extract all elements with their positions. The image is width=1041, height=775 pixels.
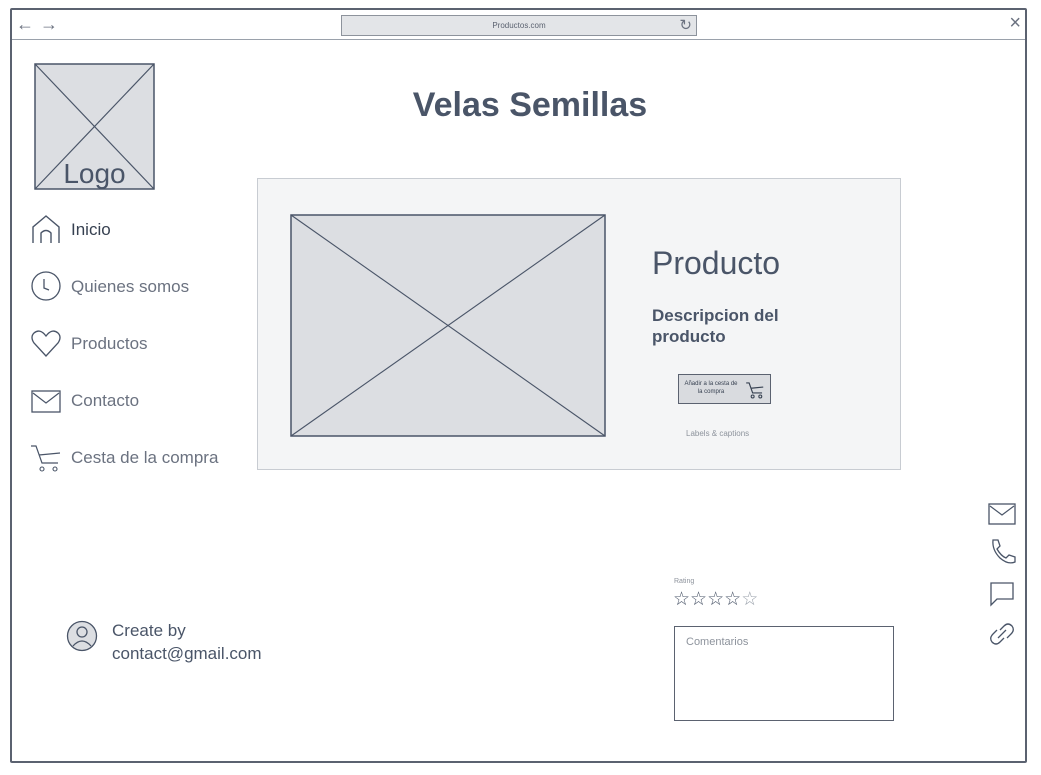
rating-label: Rating: [674, 578, 695, 585]
close-icon[interactable]: ×: [1009, 12, 1021, 35]
link-icon[interactable]: [988, 620, 1016, 653]
url-bar[interactable]: Productos.com ↻: [341, 15, 697, 36]
sidebar-item-label: Cesta de la compra: [71, 448, 219, 467]
url-text: Productos.com: [492, 21, 546, 30]
product-description: Descripcion del producto: [652, 306, 779, 346]
arrow-right-icon[interactable]: →: [40, 14, 58, 35]
cart-icon: [31, 445, 61, 472]
logo[interactable]: Logo: [34, 63, 155, 190]
add-to-cart-button[interactable]: Añadir a la cesta de la compra: [678, 374, 771, 404]
sidebar-item-productos[interactable]: Productos: [30, 325, 250, 361]
cart-icon: [746, 382, 764, 399]
comments-placeholder: Comentarios: [686, 636, 749, 648]
sidebar-item-cesta[interactable]: Cesta de la compra: [30, 439, 250, 475]
rating-stars[interactable]: ☆☆☆☆☆: [673, 588, 758, 611]
star-icon[interactable]: ☆: [673, 589, 690, 610]
sidebar-item-inicio[interactable]: Inicio: [30, 211, 250, 247]
star-icon[interactable]: ☆: [690, 589, 707, 610]
browser-toolbar: ← → Productos.com ↻ ×: [12, 10, 1025, 40]
home-icon: [32, 215, 60, 243]
sidebar-item-contacto[interactable]: Contacto: [30, 382, 250, 418]
sidebar-item-label: Quienes somos: [71, 277, 190, 296]
sidebar-item-label: Contacto: [71, 391, 140, 410]
mail-icon: [31, 390, 61, 413]
sidebar-item-label: Productos: [71, 334, 148, 353]
chat-icon[interactable]: [988, 580, 1016, 613]
mail-icon[interactable]: [988, 502, 1016, 531]
creator-email[interactable]: contact@gmail.com: [112, 644, 262, 664]
star-icon[interactable]: ☆: [724, 589, 741, 610]
add-to-cart-label: Añadir a la cesta de la compra: [684, 381, 738, 395]
star-icon[interactable]: ☆: [707, 589, 724, 610]
reload-icon[interactable]: ↻: [679, 17, 692, 34]
user-avatar-icon: [66, 620, 98, 652]
product-image[interactable]: [290, 214, 606, 437]
product-name: Producto: [652, 245, 781, 281]
sidebar-item-label: Inicio: [71, 220, 111, 239]
creator-line-1: Create by: [112, 621, 186, 640]
arrow-left-icon[interactable]: ←: [16, 14, 34, 35]
logo-label: Logo: [63, 158, 126, 189]
page-title: Velas Semillas: [412, 86, 648, 124]
phone-icon[interactable]: [988, 538, 1016, 571]
clock-icon: [31, 271, 61, 301]
heart-icon: [31, 330, 61, 357]
product-caption: Labels & captions: [686, 429, 750, 438]
star-empty-icon[interactable]: ☆: [741, 589, 758, 610]
sidebar-item-quienes-somos[interactable]: Quienes somos: [30, 268, 250, 304]
comments-field[interactable]: Comentarios: [674, 626, 894, 721]
